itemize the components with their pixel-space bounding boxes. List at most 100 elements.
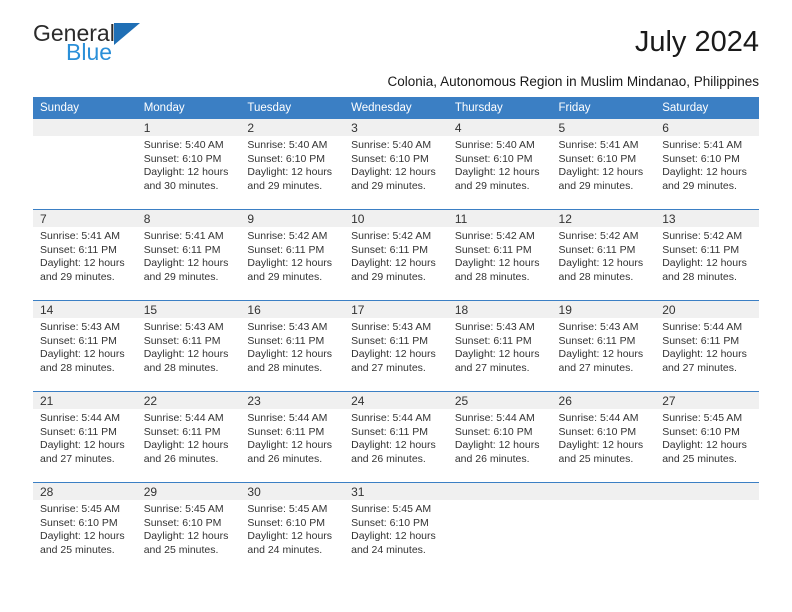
day-details: Sunrise: 5:42 AM Sunset: 6:11 PM Daylight:… bbox=[655, 227, 759, 284]
daylight-text: Daylight: 12 hours and 29 minutes. bbox=[351, 166, 436, 192]
day-details: Sunrise: 5:41 AM Sunset: 6:11 PM Daylight:… bbox=[137, 227, 241, 284]
sunrise-text: Sunrise: 5:45 AM bbox=[143, 503, 224, 515]
calendar-day-cell[interactable]: 5 Sunrise: 5:41 AM Sunset: 6:10 PM Daylight… bbox=[551, 119, 656, 210]
weekday-header-friday: Friday bbox=[551, 97, 656, 119]
day-number: 30 bbox=[240, 483, 345, 500]
daylight-text: Daylight: 12 hours and 26 minutes. bbox=[351, 439, 436, 465]
sunrise-text: Sunrise: 5:43 AM bbox=[143, 321, 224, 333]
sunrise-text: Sunrise: 5:41 AM bbox=[662, 139, 743, 151]
sunrise-text: Sunrise: 5:45 AM bbox=[247, 503, 328, 515]
calendar-day-cell[interactable]: 29 Sunrise: 5:45 AM Sunset: 6:10 PM Dayligh… bbox=[136, 482, 241, 573]
day-details: Sunrise: 5:43 AM Sunset: 6:11 PM Daylight:… bbox=[33, 318, 137, 375]
sunrise-text: Sunrise: 5:43 AM bbox=[351, 321, 432, 333]
calendar-day-cell[interactable]: 28 Sunrise: 5:45 AM Sunset: 6:10 PM Dayligh… bbox=[33, 482, 137, 573]
day-number: 23 bbox=[240, 392, 345, 409]
sunset-text: Sunset: 6:10 PM bbox=[558, 152, 637, 165]
daylight-text: Daylight: 12 hours and 28 minutes. bbox=[662, 257, 747, 283]
daylight-text: Daylight: 12 hours and 25 minutes. bbox=[40, 530, 125, 556]
weekday-header-tuesday: Tuesday bbox=[240, 97, 345, 119]
calendar-day-cell[interactable]: 10 Sunrise: 5:42 AM Sunset: 6:11 PM Dayligh… bbox=[344, 209, 448, 301]
day-number: 2 bbox=[240, 119, 345, 136]
page-header: General Blue July 2024 bbox=[33, 0, 759, 68]
calendar-page: General Blue July 2024 Colonia, Autonomo… bbox=[0, 0, 792, 612]
calendar-day-cell[interactable]: 1 Sunrise: 5:40 AM Sunset: 6:10 PM Daylight… bbox=[136, 119, 241, 210]
calendar-day-cell[interactable]: 8 Sunrise: 5:41 AM Sunset: 6:11 PM Daylight… bbox=[136, 209, 241, 301]
day-details: Sunrise: 5:43 AM Sunset: 6:11 PM Daylight:… bbox=[137, 318, 241, 375]
calendar-day-cell[interactable]: 27 Sunrise: 5:45 AM Sunset: 6:10 PM Dayligh… bbox=[655, 391, 759, 483]
daylight-text: Daylight: 12 hours and 29 minutes. bbox=[351, 257, 436, 283]
daylight-text: Daylight: 12 hours and 28 minutes. bbox=[247, 348, 333, 374]
calendar-week-row: 7 Sunrise: 5:41 AM Sunset: 6:11 PM Daylight… bbox=[33, 209, 759, 301]
sunset-text: Sunset: 6:11 PM bbox=[40, 334, 117, 347]
calendar-day-cell[interactable]: 11 Sunrise: 5:42 AM Sunset: 6:11 PM Dayligh… bbox=[447, 209, 552, 301]
day-number: 16 bbox=[240, 301, 345, 318]
day-number: 29 bbox=[136, 483, 241, 500]
calendar-day-cell[interactable]: 20 Sunrise: 5:44 AM Sunset: 6:11 PM Dayligh… bbox=[655, 300, 759, 392]
sunset-text: Sunset: 6:11 PM bbox=[454, 334, 532, 347]
day-number: 13 bbox=[655, 210, 759, 227]
day-number: 24 bbox=[344, 392, 448, 409]
day-details: Sunrise: 5:45 AM Sunset: 6:10 PM Daylight:… bbox=[655, 409, 759, 466]
logo-text-blue: Blue bbox=[66, 39, 113, 65]
calendar-day-cell[interactable]: 25 Sunrise: 5:44 AM Sunset: 6:10 PM Dayligh… bbox=[447, 391, 552, 483]
sunrise-text: Sunrise: 5:43 AM bbox=[247, 321, 328, 333]
day-details: Sunrise: 5:45 AM Sunset: 6:10 PM Daylight:… bbox=[137, 500, 241, 557]
calendar-day-cell[interactable]: 7 Sunrise: 5:41 AM Sunset: 6:11 PM Daylight… bbox=[33, 209, 137, 301]
calendar-empty-cell bbox=[33, 119, 137, 210]
day-details: Sunrise: 5:40 AM Sunset: 6:10 PM Daylight:… bbox=[344, 136, 448, 193]
calendar-day-cell[interactable]: 21 Sunrise: 5:44 AM Sunset: 6:11 PM Dayligh… bbox=[33, 391, 137, 483]
calendar-day-cell[interactable]: 2 Sunrise: 5:40 AM Sunset: 6:10 PM Daylight… bbox=[240, 119, 345, 210]
calendar-empty-cell bbox=[551, 482, 656, 573]
sunset-text: Sunset: 6:11 PM bbox=[40, 425, 117, 438]
day-details: Sunrise: 5:40 AM Sunset: 6:10 PM Daylight:… bbox=[240, 136, 344, 193]
calendar-day-cell[interactable]: 3 Sunrise: 5:40 AM Sunset: 6:10 PM Daylight… bbox=[344, 119, 448, 210]
sunrise-text: Sunrise: 5:44 AM bbox=[351, 412, 432, 424]
calendar-day-cell[interactable]: 24 Sunrise: 5:44 AM Sunset: 6:11 PM Dayligh… bbox=[344, 391, 448, 483]
daylight-text: Daylight: 12 hours and 28 minutes. bbox=[558, 257, 644, 283]
sunset-text: Sunset: 6:11 PM bbox=[662, 334, 740, 347]
calendar-day-cell[interactable]: 12 Sunrise: 5:42 AM Sunset: 6:11 PM Dayligh… bbox=[551, 209, 656, 301]
weekday-header-monday: Monday bbox=[136, 97, 241, 119]
calendar-day-cell[interactable]: 14 Sunrise: 5:43 AM Sunset: 6:11 PM Dayligh… bbox=[33, 300, 137, 392]
page-title: July 2024 bbox=[634, 26, 759, 58]
calendar-day-cell[interactable]: 31 Sunrise: 5:45 AM Sunset: 6:10 PM Dayligh… bbox=[344, 482, 448, 573]
day-number: 1 bbox=[136, 119, 241, 136]
day-details: Sunrise: 5:44 AM Sunset: 6:10 PM Daylight:… bbox=[552, 409, 656, 466]
calendar-day-cell[interactable]: 17 Sunrise: 5:43 AM Sunset: 6:11 PM Dayligh… bbox=[344, 300, 448, 392]
daylight-text: Daylight: 12 hours and 25 minutes. bbox=[662, 439, 747, 465]
day-number: 3 bbox=[344, 119, 448, 136]
day-number: 6 bbox=[655, 119, 759, 136]
sunrise-text: Sunrise: 5:44 AM bbox=[454, 412, 535, 424]
calendar-day-cell[interactable]: 30 Sunrise: 5:45 AM Sunset: 6:10 PM Dayligh… bbox=[240, 482, 345, 573]
calendar-day-cell[interactable]: 26 Sunrise: 5:44 AM Sunset: 6:10 PM Dayligh… bbox=[551, 391, 656, 483]
sunset-text: Sunset: 6:11 PM bbox=[662, 243, 740, 256]
day-number bbox=[447, 483, 552, 500]
sunset-text: Sunset: 6:11 PM bbox=[454, 243, 532, 256]
calendar-day-cell[interactable]: 16 Sunrise: 5:43 AM Sunset: 6:11 PM Dayligh… bbox=[240, 300, 345, 392]
sunrise-text: Sunrise: 5:45 AM bbox=[40, 503, 120, 515]
calendar-day-cell[interactable]: 15 Sunrise: 5:43 AM Sunset: 6:11 PM Dayligh… bbox=[136, 300, 241, 392]
calendar-day-cell[interactable]: 18 Sunrise: 5:43 AM Sunset: 6:11 PM Dayligh… bbox=[447, 300, 552, 392]
day-number bbox=[551, 483, 656, 500]
day-number bbox=[33, 119, 137, 136]
calendar-day-cell[interactable]: 9 Sunrise: 5:42 AM Sunset: 6:11 PM Daylight… bbox=[240, 209, 345, 301]
sunset-text: Sunset: 6:10 PM bbox=[351, 516, 429, 529]
calendar-day-cell[interactable]: 4 Sunrise: 5:40 AM Sunset: 6:10 PM Daylight… bbox=[447, 119, 552, 210]
daylight-text: Daylight: 12 hours and 24 minutes. bbox=[351, 530, 436, 556]
calendar-day-cell[interactable]: 23 Sunrise: 5:44 AM Sunset: 6:11 PM Dayligh… bbox=[240, 391, 345, 483]
daylight-text: Daylight: 12 hours and 29 minutes. bbox=[247, 257, 333, 283]
daylight-text: Daylight: 12 hours and 26 minutes. bbox=[454, 439, 540, 465]
day-details: Sunrise: 5:42 AM Sunset: 6:11 PM Daylight:… bbox=[552, 227, 656, 284]
weekday-header-sunday: Sunday bbox=[33, 97, 137, 119]
calendar-day-cell[interactable]: 13 Sunrise: 5:42 AM Sunset: 6:11 PM Dayligh… bbox=[655, 209, 759, 301]
sunset-text: Sunset: 6:10 PM bbox=[351, 152, 429, 165]
calendar-day-cell[interactable]: 6 Sunrise: 5:41 AM Sunset: 6:10 PM Daylight… bbox=[655, 119, 759, 210]
sunrise-text: Sunrise: 5:44 AM bbox=[40, 412, 120, 424]
calendar-day-cell[interactable]: 19 Sunrise: 5:43 AM Sunset: 6:11 PM Dayligh… bbox=[551, 300, 656, 392]
calendar-day-cell[interactable]: 22 Sunrise: 5:44 AM Sunset: 6:11 PM Dayligh… bbox=[136, 391, 241, 483]
day-number: 22 bbox=[136, 392, 241, 409]
daylight-text: Daylight: 12 hours and 24 minutes. bbox=[247, 530, 333, 556]
day-details: Sunrise: 5:40 AM Sunset: 6:10 PM Daylight:… bbox=[448, 136, 552, 193]
sunset-text: Sunset: 6:10 PM bbox=[662, 425, 740, 438]
daylight-text: Daylight: 12 hours and 29 minutes. bbox=[143, 257, 229, 283]
